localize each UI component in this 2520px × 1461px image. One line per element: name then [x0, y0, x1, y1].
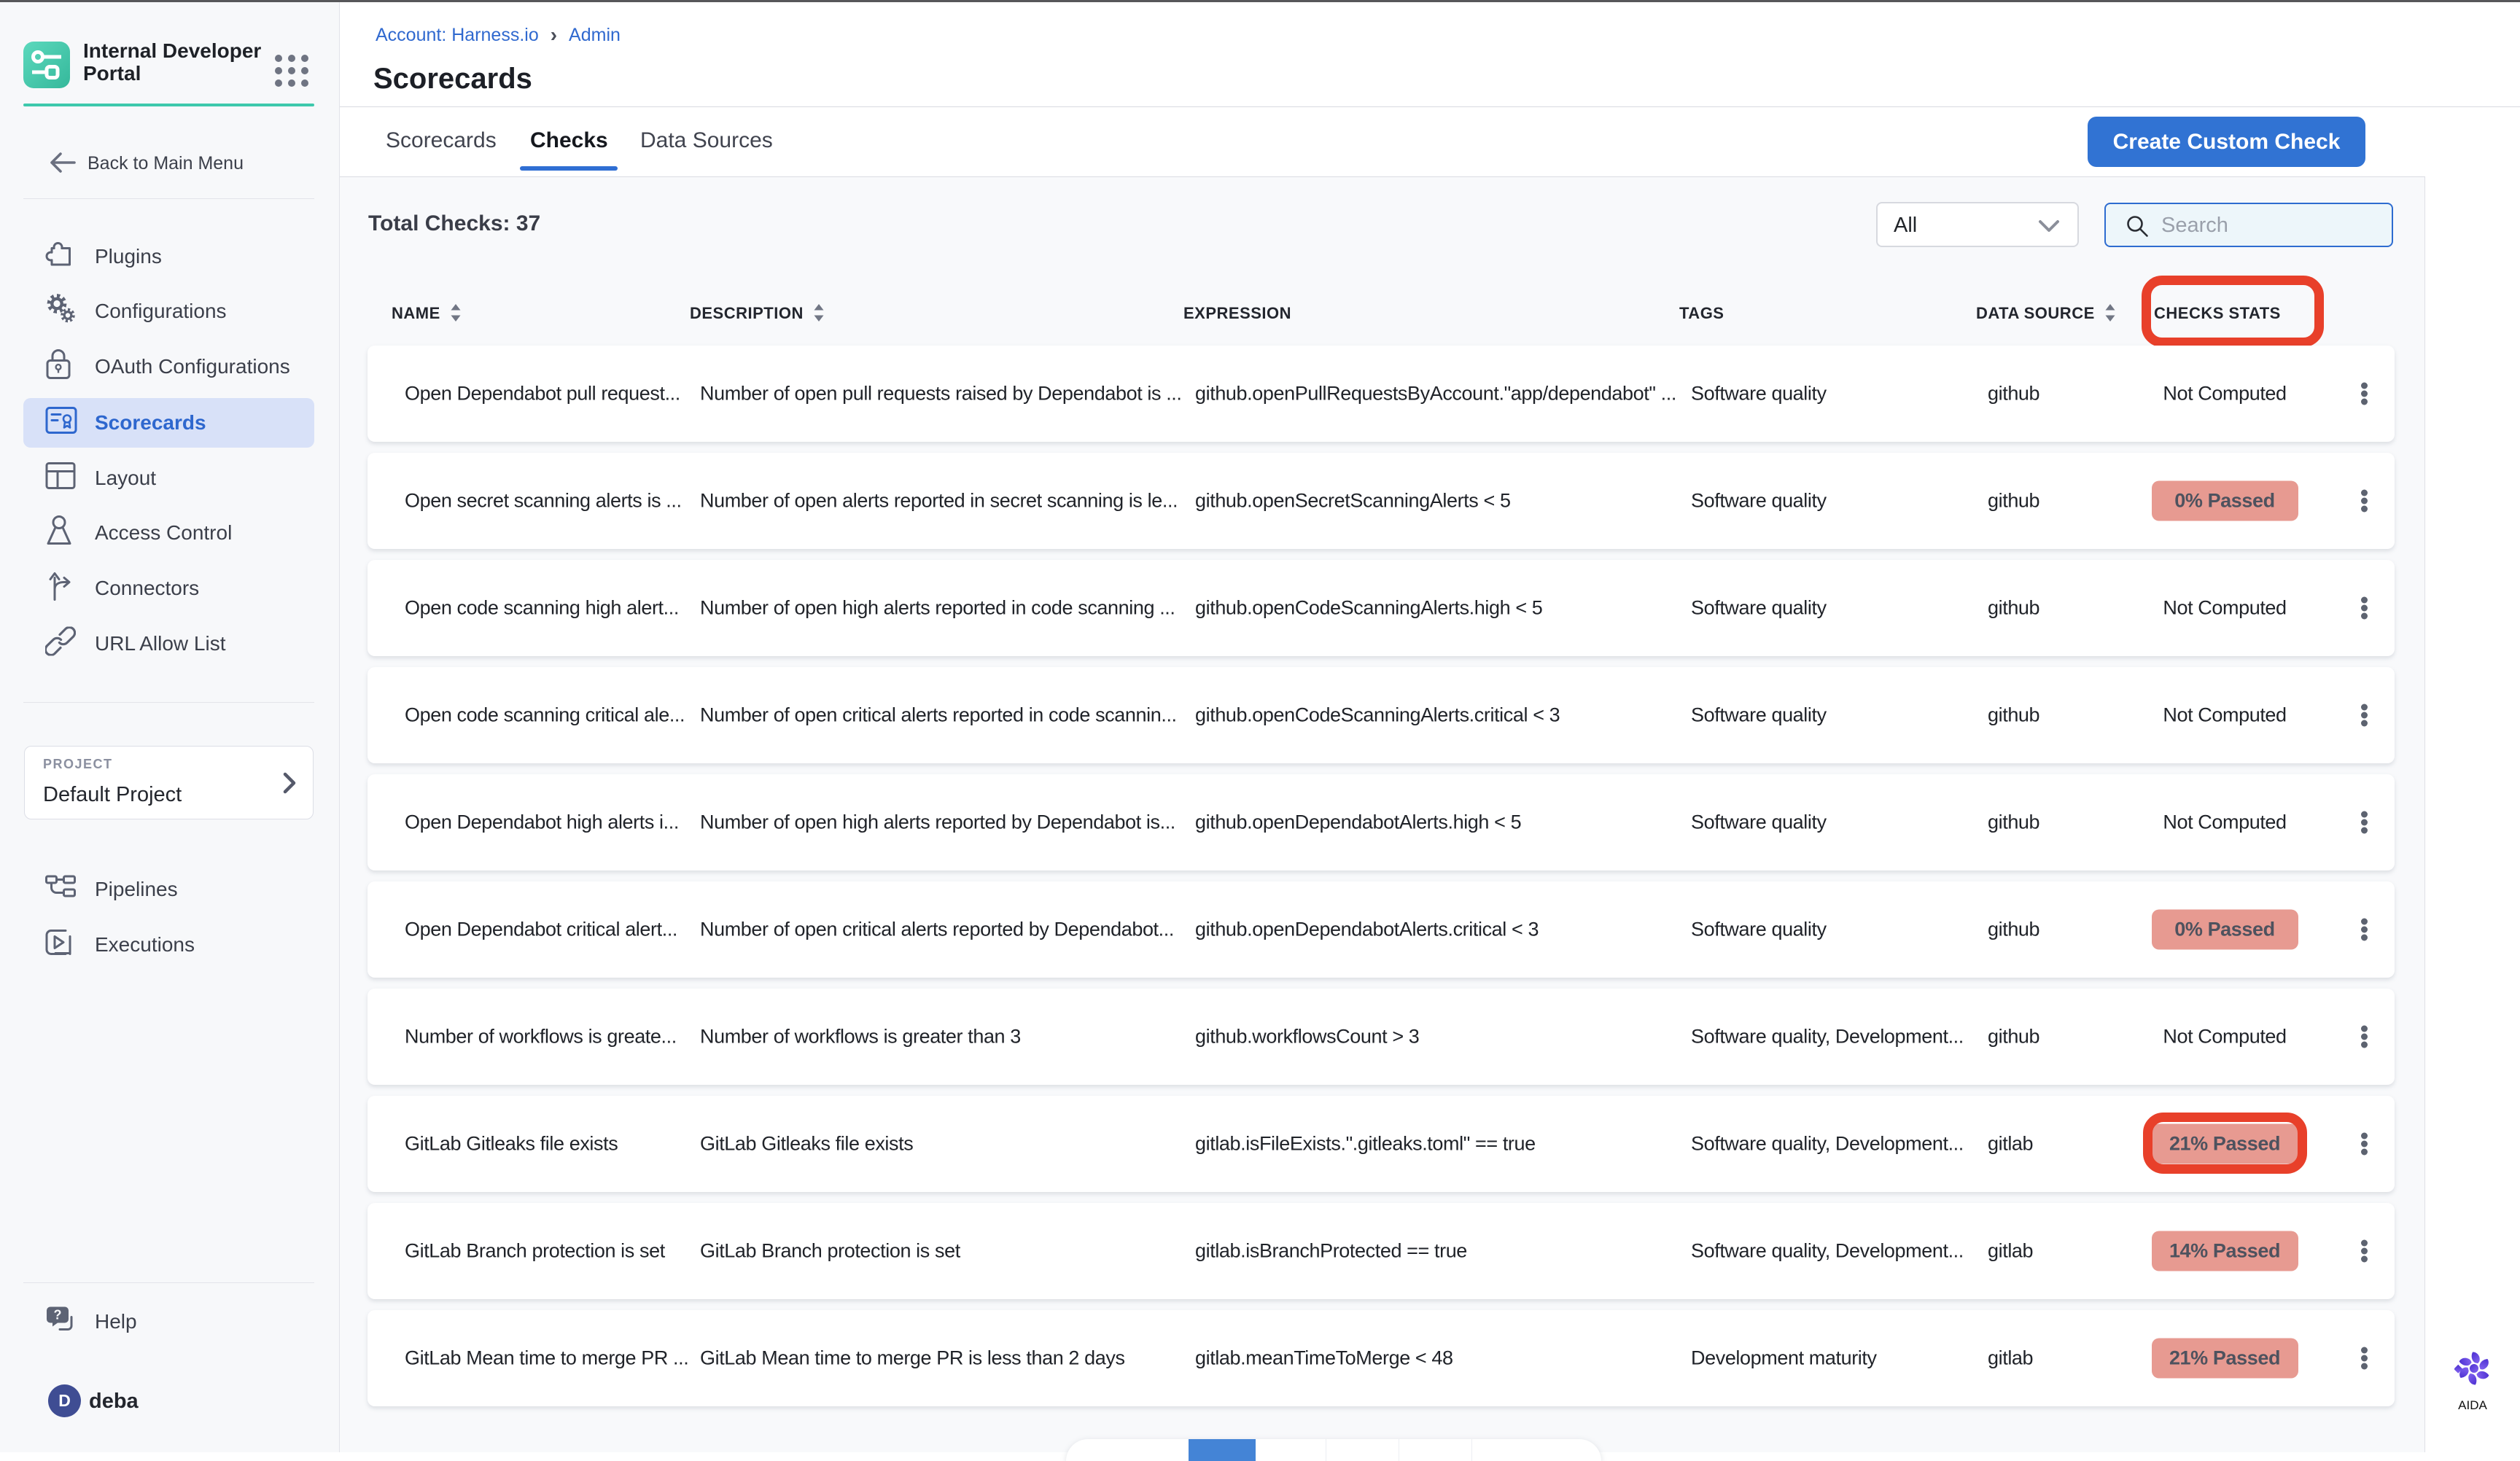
- svg-text:?: ?: [54, 1308, 62, 1322]
